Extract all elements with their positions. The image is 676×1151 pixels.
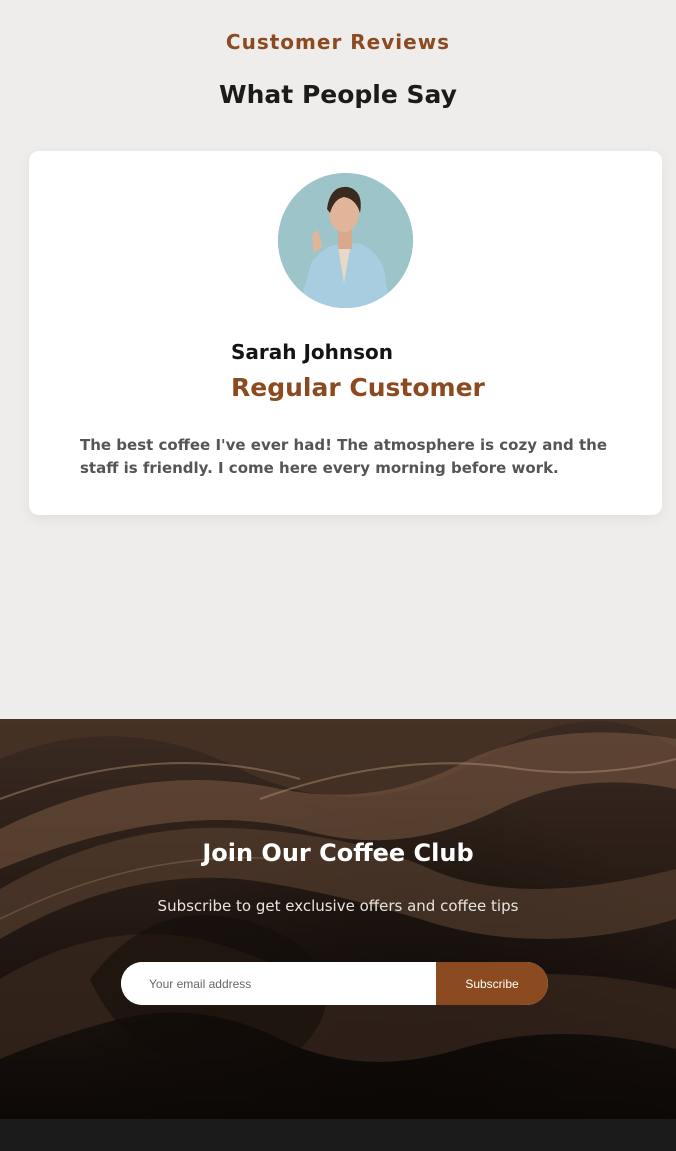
testimonials-section: Customer Reviews What People Say Sarah J… xyxy=(0,0,676,719)
coffee-waves-background xyxy=(0,719,676,1072)
subscribe-form: Subscribe xyxy=(121,962,548,1005)
avatar xyxy=(278,173,413,308)
testimonial-quote: The best coffee I've ever had! The atmos… xyxy=(80,436,607,477)
reviewer-name: Sarah Johnson xyxy=(231,340,394,364)
testimonial-card: Sarah Johnson Regular Customer The best … xyxy=(29,151,662,515)
subscribe-button[interactable]: Subscribe xyxy=(436,962,548,1005)
newsletter-title: Join Our Coffee Club xyxy=(202,839,474,867)
footer xyxy=(0,1119,676,1151)
email-input[interactable] xyxy=(121,962,436,1005)
section-heading: What People Say xyxy=(219,80,457,109)
section-eyebrow: Customer Reviews xyxy=(225,30,451,54)
newsletter-section: Join Our Coffee Club Subscribe to get ex… xyxy=(0,719,676,1119)
newsletter-subtitle: Subscribe to get exclusive offers and co… xyxy=(157,897,519,915)
reviewer-role: Regular Customer xyxy=(231,373,485,402)
